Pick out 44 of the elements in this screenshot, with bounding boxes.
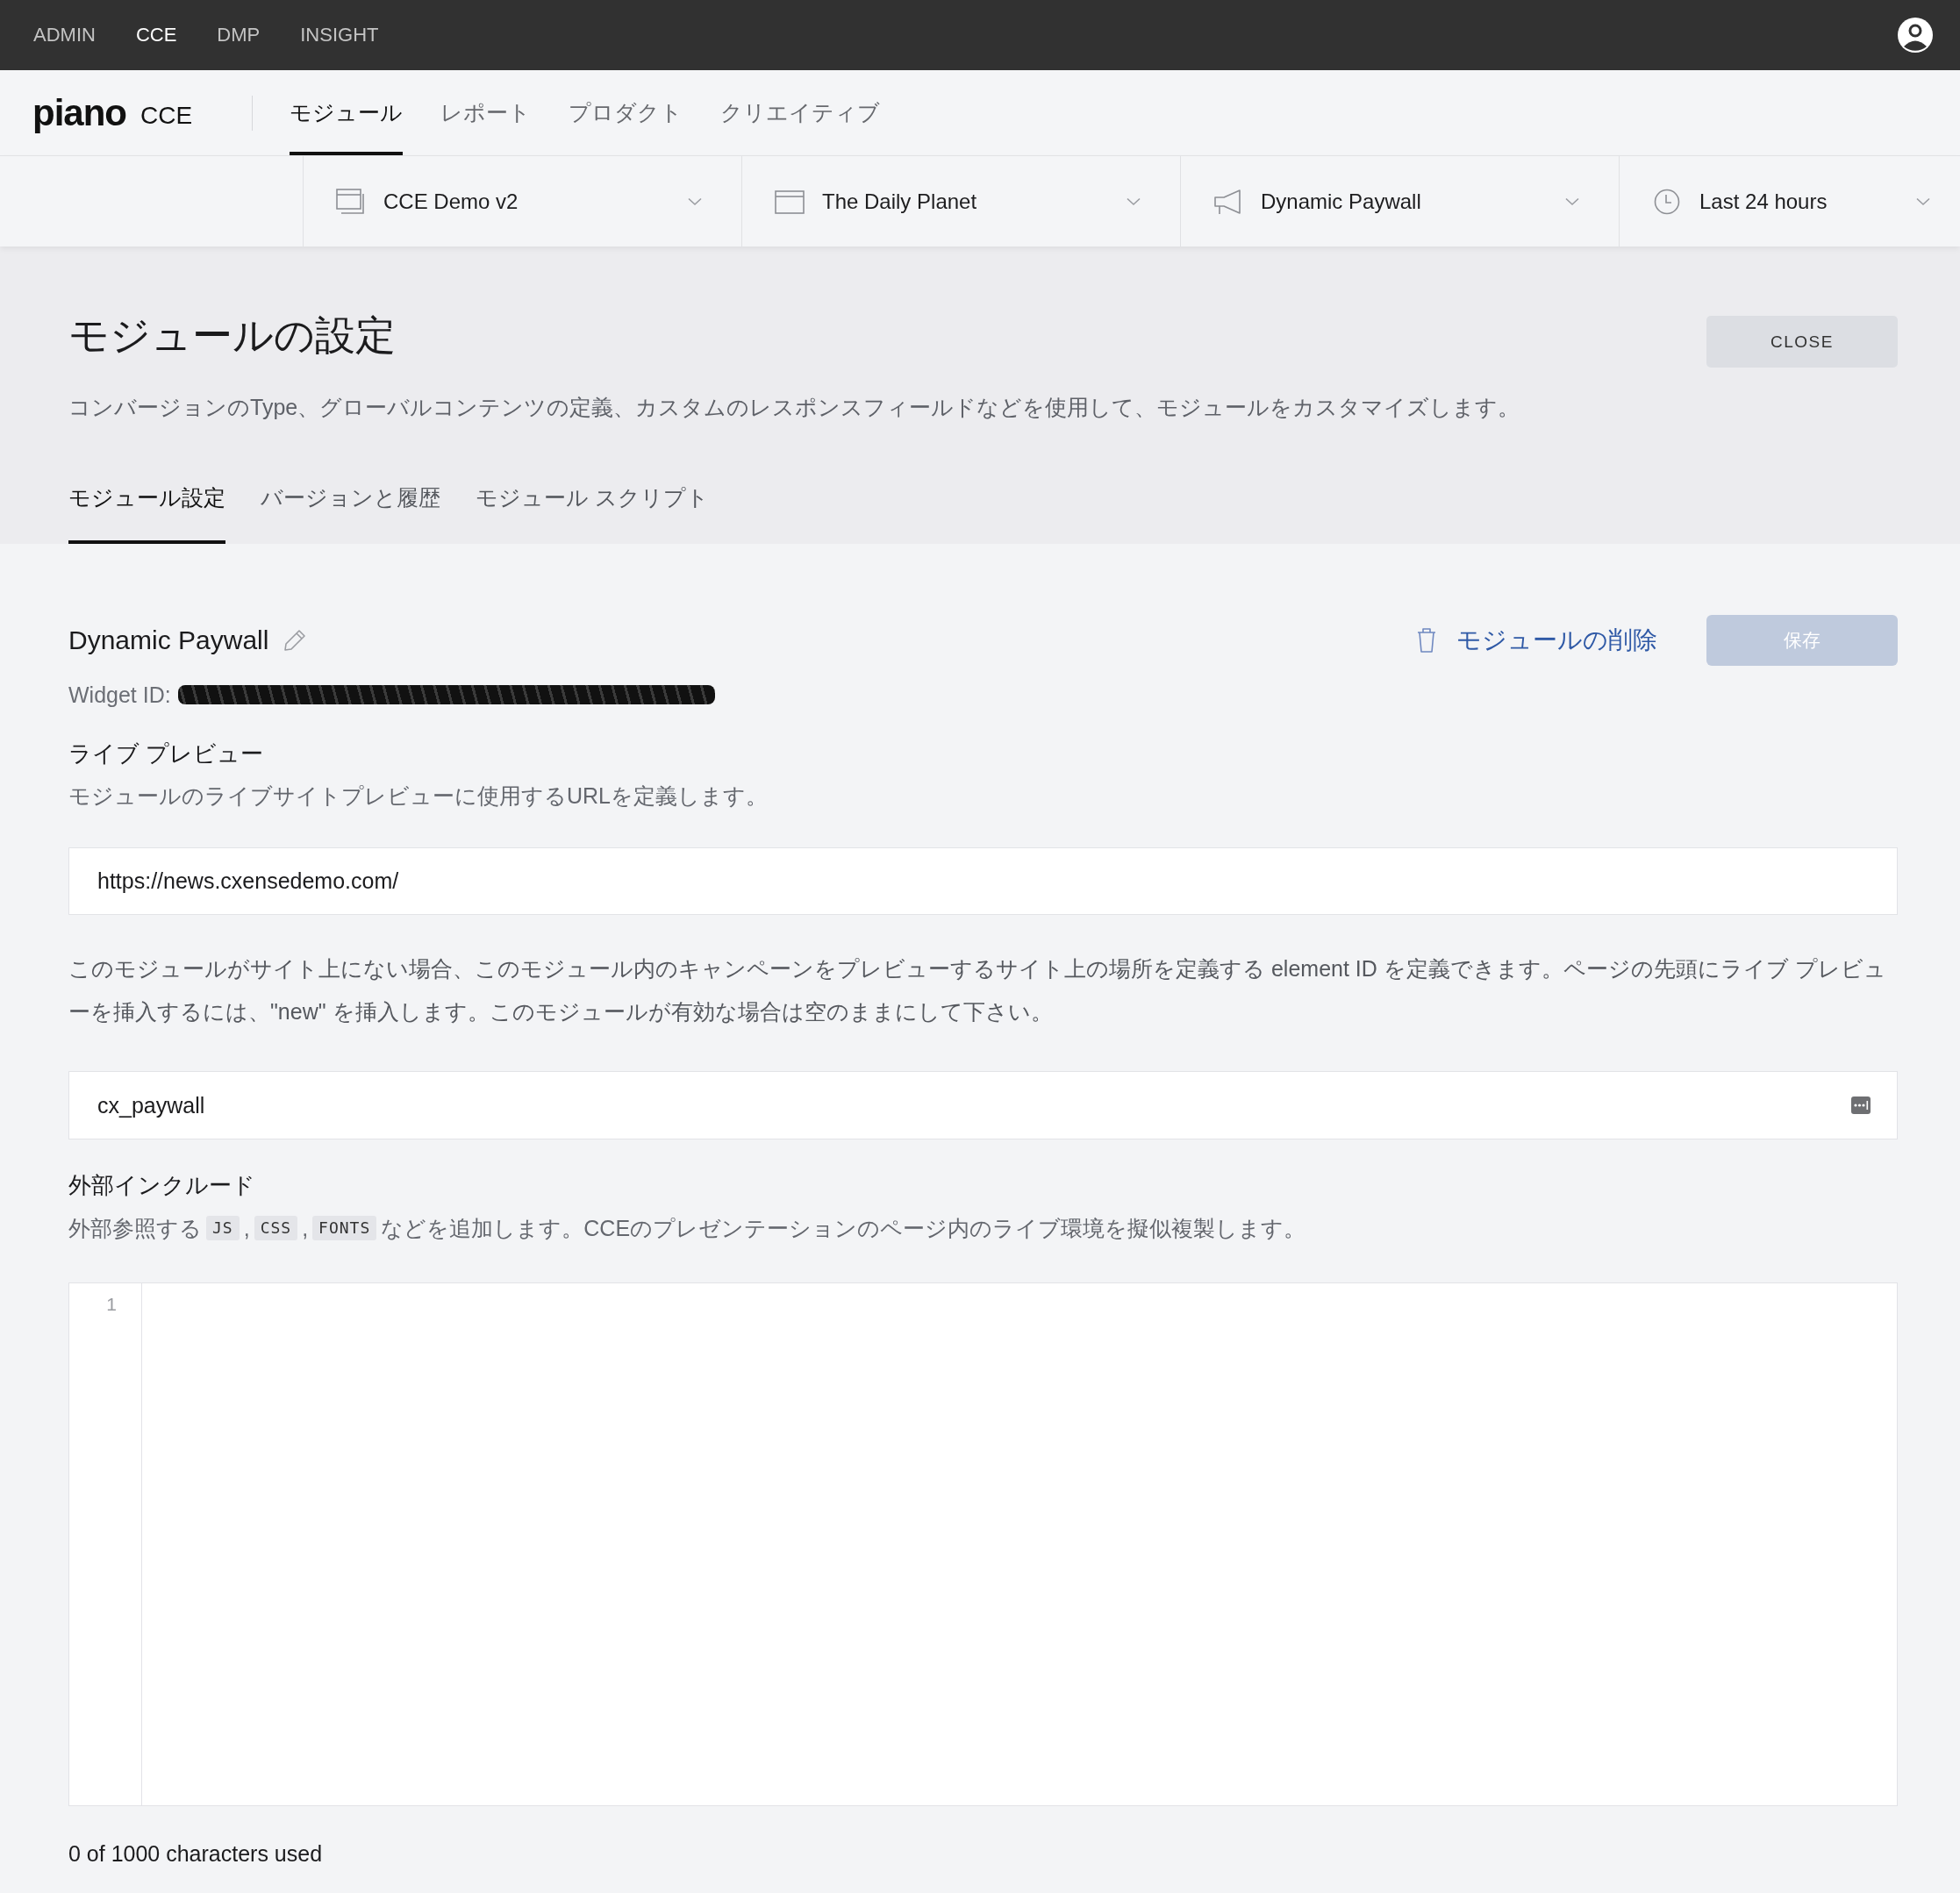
chevron-down-icon bbox=[688, 196, 702, 206]
chevron-down-icon bbox=[1127, 196, 1141, 206]
chevron-down-icon bbox=[1916, 196, 1930, 206]
top-nav-link[interactable]: DMP bbox=[217, 24, 261, 46]
section-heading: ライブ プレビュー bbox=[68, 739, 265, 768]
product-name: CCE bbox=[140, 101, 193, 130]
section-heading: 外部インクルード bbox=[68, 1171, 256, 1200]
widget-id-label: Widget ID: bbox=[68, 682, 171, 709]
page-title: モジュールの設定 bbox=[68, 311, 396, 360]
nav-tab[interactable]: レポート bbox=[440, 70, 532, 155]
description-text: , bbox=[243, 1215, 250, 1242]
nav-tab[interactable]: クリエイティブ bbox=[720, 70, 881, 155]
delete-module-link[interactable]: モジュールの削除 bbox=[1416, 624, 1657, 657]
description-text: , bbox=[302, 1215, 309, 1242]
chevron-down-icon bbox=[1565, 196, 1579, 206]
top-nav-link[interactable]: ADMIN bbox=[33, 24, 96, 46]
tab[interactable]: モジュール設定 bbox=[68, 482, 225, 544]
section-description: モジュールのライブサイトプレビューに使用するURLを定義します。 bbox=[68, 782, 769, 810]
tab[interactable]: モジュール スクリプト bbox=[476, 482, 709, 544]
nav-tab[interactable]: プロダクト bbox=[569, 70, 683, 155]
clock-icon bbox=[1652, 188, 1682, 215]
top-nav-link[interactable]: CCE bbox=[135, 24, 177, 46]
stacked-windows-icon bbox=[336, 188, 366, 215]
help-text: このモジュールがサイト上にない場合、このモジュール内のキャンペーンをプレビューするサイト上の場所を定義する element ID を定義できます。ページの先頭にライブ プレビューを挿入するには、"new" を挿入します。このモジュールが有効な場合は空のままにして下さい。 bbox=[68, 955, 1887, 1025]
line-number: 1 bbox=[106, 1293, 117, 1316]
description-text: などを追加します。CCEのプレゼンテーションのページ内のライブ環境を擬似複製します。 bbox=[381, 1215, 1306, 1242]
page-description: コンバージョンのType、グローバルコンテンツの定義、カスタムのレスポンスフィールドなどを使用して、モジュールをカスタマイズします。 bbox=[68, 394, 1521, 421]
close-button[interactable]: CLOSE bbox=[1706, 316, 1898, 368]
code-tag: JS bbox=[206, 1216, 240, 1240]
top-nav-link[interactable]: INSIGHT bbox=[300, 24, 379, 46]
logo-text[interactable]: piano bbox=[32, 91, 126, 134]
module-name: Dynamic Paywall bbox=[68, 625, 269, 655]
trash-icon bbox=[1416, 627, 1437, 654]
code-tag: CSS bbox=[254, 1216, 298, 1240]
url-field[interactable]: https://news.cxensedemo.com/ bbox=[68, 847, 1898, 915]
element-id-field[interactable]: cx_paywall bbox=[68, 1071, 1898, 1139]
ellipsis-icon[interactable] bbox=[1851, 1097, 1871, 1114]
code-tag: FONTS bbox=[312, 1216, 377, 1240]
tab[interactable]: バージョンと履歴 bbox=[261, 482, 440, 544]
browser-window-icon bbox=[775, 188, 805, 215]
user-avatar-icon[interactable] bbox=[1898, 18, 1933, 53]
description-text: 外部参照する bbox=[68, 1215, 202, 1242]
character-count: 0 of 1000 characters used bbox=[68, 1840, 324, 1868]
megaphone-icon bbox=[1213, 188, 1243, 215]
